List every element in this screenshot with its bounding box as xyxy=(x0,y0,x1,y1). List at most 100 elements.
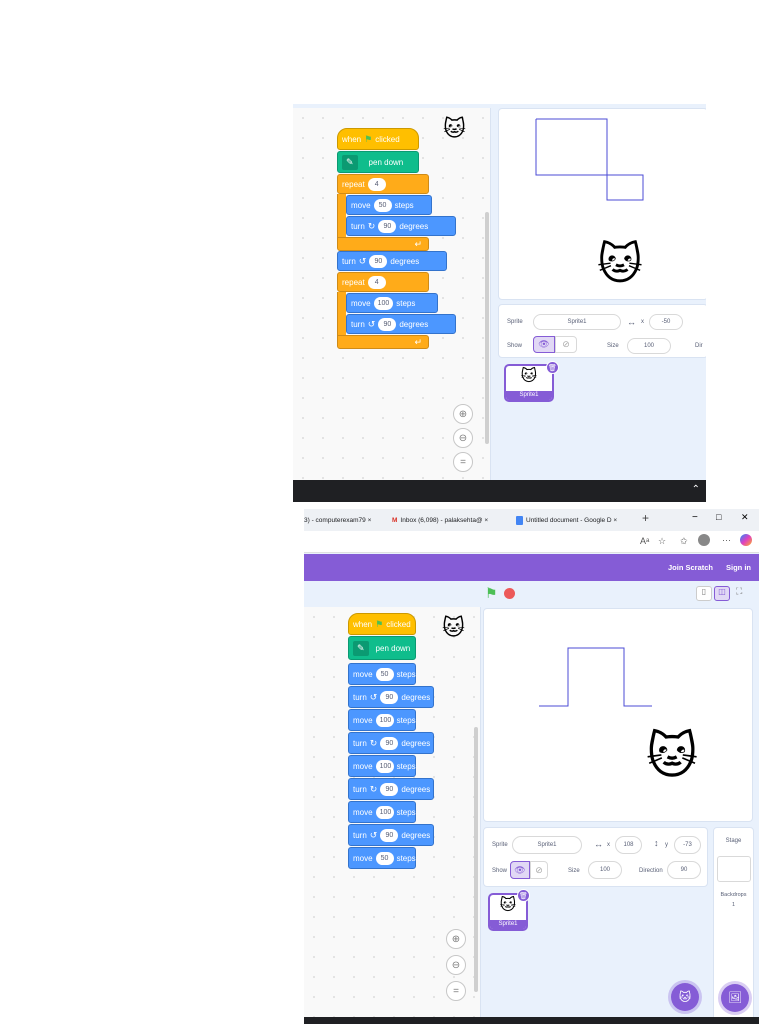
star-icon[interactable]: ☆ xyxy=(658,536,666,547)
close-button[interactable]: ✕ xyxy=(741,512,749,523)
scratch-cat-thumb-icon: 🐱 xyxy=(520,368,538,385)
stage[interactable]: 🐱 xyxy=(498,108,706,300)
turn-right-block[interactable]: turn ↻ 90 degrees xyxy=(348,778,434,800)
move-block[interactable]: move 100 steps xyxy=(348,801,416,823)
turn-left-block[interactable]: turn ↺ 90 degrees xyxy=(346,314,456,334)
move-value[interactable]: 50 xyxy=(375,667,394,681)
zoom-reset-icon[interactable]: = xyxy=(453,452,473,472)
bottom-screenshot: 3) - computerexam79 × M Inbox (6,098) - … xyxy=(304,509,759,1024)
block-text: move xyxy=(353,761,373,771)
pen-down-block[interactable]: ✎ pen down xyxy=(348,636,416,660)
choose-sprite-button[interactable]: 🐱 xyxy=(671,983,699,1011)
repeat-block[interactable]: repeat 4 xyxy=(337,174,429,194)
move-value[interactable]: 50 xyxy=(373,198,392,212)
profile-icon[interactable] xyxy=(698,534,710,546)
repeat-count[interactable]: 4 xyxy=(367,275,386,289)
copilot-icon[interactable] xyxy=(740,534,752,546)
block-text: steps xyxy=(396,669,416,679)
delete-sprite-icon[interactable]: 🗑 xyxy=(546,361,559,374)
show-visible-button[interactable]: 👁 xyxy=(510,861,530,879)
turn-right-block[interactable]: turn ↻ 90 degrees xyxy=(346,216,456,236)
docs-icon xyxy=(516,515,523,525)
x-input[interactable]: 108 xyxy=(615,836,642,854)
scratch-cat-sprite[interactable]: 🐱 xyxy=(597,239,643,290)
code-area[interactable]: 🐱 when ⚑ clicked ✎ pen down repeat 4 mov… xyxy=(293,108,491,480)
turn-value[interactable]: 90 xyxy=(378,317,397,331)
stage[interactable]: 🐱 xyxy=(483,608,753,822)
large-stage-icon[interactable]: ◫ xyxy=(714,586,730,601)
fullscreen-icon[interactable]: ⛶ xyxy=(736,586,742,597)
show-hidden-button[interactable]: ⊘ xyxy=(530,861,548,879)
turn-left-block[interactable]: turn ↺ 90 degrees xyxy=(337,251,447,271)
sign-in-link[interactable]: Sign in xyxy=(726,563,751,572)
move-value[interactable]: 50 xyxy=(375,851,394,865)
turn-value[interactable]: 90 xyxy=(380,782,399,796)
move-block[interactable]: move 100 steps xyxy=(346,293,438,313)
zoom-reset-icon[interactable]: = xyxy=(446,981,466,1001)
stop-icon[interactable] xyxy=(504,588,515,599)
move-value[interactable]: 100 xyxy=(375,805,394,819)
more-icon[interactable]: ··· xyxy=(722,535,731,545)
size-input[interactable]: 100 xyxy=(588,861,622,879)
code-scrollbar[interactable] xyxy=(485,212,489,444)
move-value[interactable]: 100 xyxy=(375,759,394,773)
scratch-cat-sprite[interactable]: 🐱 xyxy=(646,727,698,785)
turn-value[interactable]: 90 xyxy=(380,736,399,750)
move-block[interactable]: move 50 steps xyxy=(348,663,416,685)
y-input[interactable]: -73 xyxy=(674,836,701,854)
block-text: steps xyxy=(396,853,416,863)
block-text: turn xyxy=(353,692,367,702)
move-block[interactable]: move 100 steps xyxy=(348,709,416,731)
show-hidden-button[interactable]: ⊘ xyxy=(555,336,577,353)
choose-backdrop-button[interactable]: 🖼 xyxy=(721,984,749,1012)
turn-value[interactable]: 90 xyxy=(380,828,399,842)
code-scrollbar[interactable] xyxy=(474,727,478,992)
join-scratch-link[interactable]: Join Scratch xyxy=(668,563,713,572)
pen-icon: ✎ xyxy=(342,154,358,170)
tab-gmail[interactable]: M Inbox (6,098) - palaksehta@ × xyxy=(392,513,488,527)
size-input[interactable]: 100 xyxy=(627,338,671,354)
pen-down-block[interactable]: ✎ pen down xyxy=(337,151,419,173)
move-block[interactable]: move 50 steps xyxy=(346,195,432,215)
chevron-up-icon[interactable]: ⌃ xyxy=(692,484,700,495)
zoom-out-icon[interactable]: ⊖ xyxy=(453,428,473,448)
turn-right-block[interactable]: turn ↻ 90 degrees xyxy=(348,732,434,754)
turn-value[interactable]: 90 xyxy=(369,254,388,268)
small-stage-icon[interactable]: ▯ xyxy=(696,586,712,601)
zoom-in-icon[interactable]: ⊕ xyxy=(453,404,473,424)
block-text: when xyxy=(342,134,362,144)
tab-google-docs[interactable]: Untitled document - Google D × xyxy=(516,513,617,527)
move-value[interactable]: 100 xyxy=(373,296,394,310)
zoom-out-icon[interactable]: ⊖ xyxy=(446,955,466,975)
browser-toolbar: Aᵃ ☆ ✩ ··· xyxy=(304,531,759,553)
minimize-button[interactable]: − xyxy=(692,512,698,523)
when-flag-clicked-block[interactable]: when ⚑ clicked xyxy=(337,128,419,150)
tab-label: Inbox (6,098) - palaksehta@ × xyxy=(400,516,489,524)
move-value[interactable]: 100 xyxy=(375,713,394,727)
turn-value[interactable]: 90 xyxy=(378,219,397,233)
turn-left-block[interactable]: turn ↺ 90 degrees xyxy=(348,824,434,846)
sprite-name-input[interactable]: Sprite1 xyxy=(512,836,582,854)
show-visible-button[interactable]: 👁 xyxy=(533,336,555,353)
tab-computerexam[interactable]: 3) - computerexam79 × xyxy=(304,513,371,527)
maximize-button[interactable]: □ xyxy=(716,512,721,522)
direction-input[interactable]: 90 xyxy=(667,861,701,879)
read-aloud-icon[interactable]: Aᵃ xyxy=(640,536,649,546)
new-tab-icon[interactable]: + xyxy=(642,511,649,525)
repeat-block[interactable]: repeat 4 xyxy=(337,272,429,292)
move-block[interactable]: move 50 steps xyxy=(348,847,416,869)
when-flag-clicked-block[interactable]: when ⚑ clicked xyxy=(348,613,416,635)
stage-thumbnail[interactable] xyxy=(717,856,751,882)
repeat-count[interactable]: 4 xyxy=(367,177,386,191)
favorites-icon[interactable]: ✩ xyxy=(680,536,688,547)
code-area[interactable]: 🐱 when ⚑ clicked ✎ pen down move 50 steps t… xyxy=(304,607,481,1024)
stage-target-panel[interactable]: Stage Backdrops 1 🖼 xyxy=(713,827,754,1024)
delete-sprite-icon[interactable]: 🗑 xyxy=(517,889,530,902)
x-input[interactable]: -50 xyxy=(649,314,683,330)
move-block[interactable]: move 100 steps xyxy=(348,755,416,777)
zoom-in-icon[interactable]: ⊕ xyxy=(446,929,466,949)
sprite-name-input[interactable]: Sprite1 xyxy=(533,314,621,330)
turn-left-block[interactable]: turn ↺ 90 degrees xyxy=(348,686,434,708)
turn-value[interactable]: 90 xyxy=(380,690,399,704)
green-flag-icon[interactable]: ⚑ xyxy=(485,585,498,602)
